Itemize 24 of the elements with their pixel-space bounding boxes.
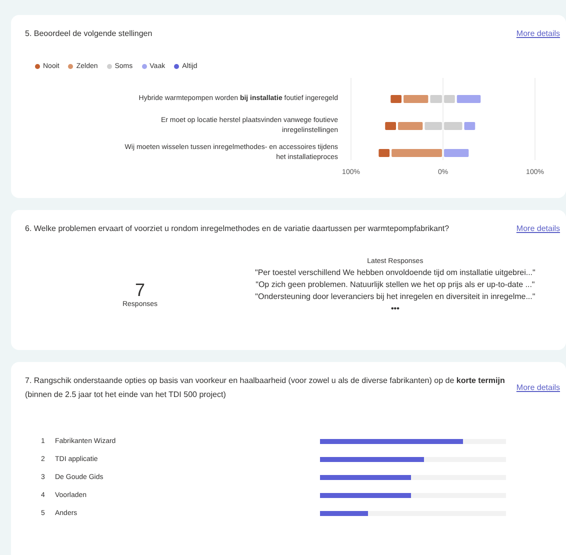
response-text: "Op zich geen problemen. Natuurlijk stellen we het op prijs als er up-to-date ..." [256, 280, 535, 289]
more-details-link[interactable]: More details [516, 27, 560, 41]
more-details-link[interactable]: More details [516, 381, 560, 395]
question-title: 7. Rangschik onderstaande opties op basis van voorkeur en haalbaarheid (voor zowel u als de diverse fabrikanten) op de korte termijn (binnen de 2.5 jaar tot het einde van het TDI 500 project) [25, 375, 506, 401]
stacked-bar-segment [392, 149, 442, 157]
stacked-bar-segment [456, 95, 481, 103]
stacked-bar-segment [398, 122, 423, 130]
stacked-bar-segment [390, 95, 402, 103]
stacked-bar-segment [424, 122, 442, 130]
more-details-link[interactable]: More details [516, 222, 560, 236]
stacked-bar-segment [385, 122, 396, 130]
stacked-bar-segment [464, 122, 476, 130]
more-responses-ellipsis[interactable]: ••• [390, 304, 400, 313]
stacked-bar-segment [404, 95, 428, 103]
response-text: "Ondersteuning door leveranciers bij het inregelen en diversiteit in inregelme..." [255, 292, 536, 301]
stacked-bar-segment [430, 95, 442, 103]
question-title: 5. Beoordeel de volgende stellingen [25, 28, 152, 40]
stacked-bar-segment [444, 122, 462, 130]
stacked-bar-segment [378, 149, 390, 157]
response-count: 7 [134, 280, 145, 301]
stacked-bar-segment [444, 149, 469, 157]
stacked-bar-segment [444, 95, 455, 103]
response-text: "Per toestel verschillend We hebben onvoldoende tijd om installatie uitgebrei..." [255, 268, 536, 277]
question-title: 6. Welke problemen ervaart of voorziet u rondom inregelmethodes en de variatie daartussen per warmtepompfabrikant? [25, 223, 450, 235]
